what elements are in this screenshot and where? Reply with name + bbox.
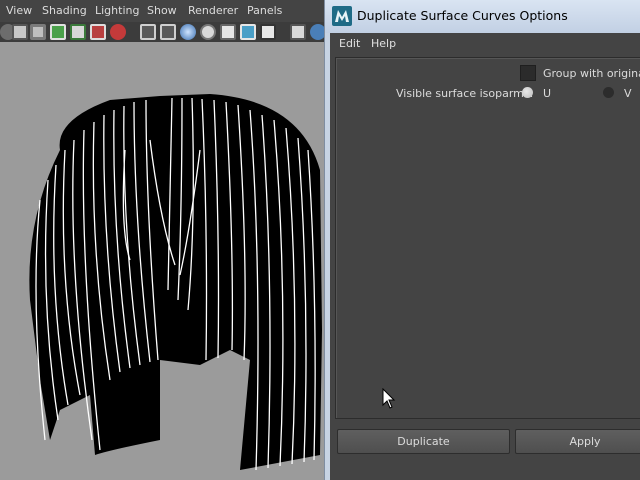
dialog-menubar: Edit Help <box>330 33 640 54</box>
image-plane-icon[interactable] <box>30 24 46 40</box>
wireframe-icon[interactable] <box>140 24 156 40</box>
mouse-pointer-icon <box>382 388 396 409</box>
options-panel: Group with original Visible surface isop… <box>335 57 640 419</box>
dialog-titlebar[interactable]: Duplicate Surface Curves Options <box>325 0 640 33</box>
menu-shading[interactable]: Shading <box>42 4 87 17</box>
viewport[interactable] <box>0 42 326 480</box>
duplicate-button[interactable]: Duplicate <box>337 429 510 454</box>
isoparm-u-label: U <box>543 87 552 100</box>
group-with-original-label: Group with original <box>543 67 640 80</box>
cube-icon[interactable] <box>290 24 306 40</box>
isoparm-v-label: V <box>624 87 632 100</box>
field-chart-icon[interactable] <box>70 24 86 40</box>
grid-icon[interactable] <box>160 24 176 40</box>
menu-lighting[interactable]: Lighting <box>95 4 139 17</box>
safe-action-icon[interactable] <box>90 24 106 40</box>
dialog-title: Duplicate Surface Curves Options <box>357 8 568 23</box>
visible-isoparms-label: Visible surface isoparms: <box>396 87 534 100</box>
lights-icon[interactable] <box>240 24 256 40</box>
group-with-original-checkbox[interactable] <box>520 65 536 81</box>
bookmark-icon[interactable] <box>12 24 28 40</box>
texture-icon[interactable] <box>260 24 276 40</box>
safe-title-icon[interactable] <box>110 24 126 40</box>
duplicate-surface-curves-dialog: Duplicate Surface Curves Options Edit He… <box>325 0 640 480</box>
menu-help[interactable]: Help <box>371 37 396 50</box>
hair-model <box>29 94 322 471</box>
dialog-body: Edit Help Group with original Visible su… <box>330 33 640 480</box>
smooth-shade-icon[interactable] <box>180 24 196 40</box>
isolate-icon[interactable] <box>310 24 326 40</box>
menu-show[interactable]: Show <box>147 4 177 17</box>
flat-shade-icon[interactable] <box>200 24 216 40</box>
menu-renderer[interactable]: Renderer <box>188 4 238 17</box>
xray-icon[interactable] <box>220 24 236 40</box>
isoparm-v-radio[interactable] <box>603 87 614 98</box>
menu-panels[interactable]: Panels <box>247 4 282 17</box>
menu-edit[interactable]: Edit <box>339 37 360 50</box>
isoparm-u-radio[interactable] <box>522 87 533 98</box>
film-gate-icon[interactable] <box>50 24 66 40</box>
menu-view[interactable]: View <box>6 4 32 17</box>
maya-app-icon <box>332 6 352 26</box>
apply-button[interactable]: Apply <box>515 429 640 454</box>
